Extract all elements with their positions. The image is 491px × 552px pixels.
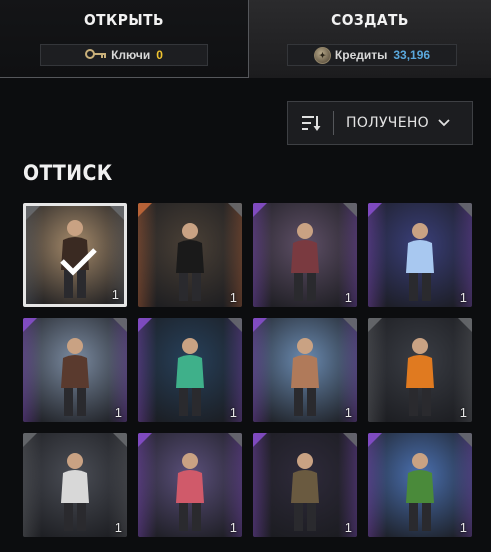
character-figure	[406, 453, 434, 531]
keys-counter: Ключи 0	[40, 44, 208, 66]
character-figure	[61, 338, 89, 416]
tab-open-title: ОТКРЫТЬ	[83, 11, 164, 29]
rarity-corner	[228, 433, 242, 447]
item-quantity: 1	[111, 287, 119, 302]
rarity-corner	[253, 203, 267, 217]
tab-create[interactable]: СОЗДАТЬ ✦ Кредиты 33,196	[249, 0, 491, 78]
character-figure	[406, 223, 434, 301]
rarity-corner	[253, 318, 267, 332]
chevron-down-icon	[438, 119, 450, 127]
character-figure	[291, 338, 319, 416]
rarity-corner	[343, 433, 357, 447]
rarity-corner	[228, 318, 242, 332]
key-icon	[85, 48, 107, 63]
keys-value: 0	[156, 48, 163, 62]
character-figure	[406, 338, 434, 416]
inventory-item-card[interactable]: 1	[138, 318, 242, 422]
rarity-corner	[458, 318, 472, 332]
rarity-corner	[23, 318, 37, 332]
rarity-corner	[458, 203, 472, 217]
sort-label: ПОЛУЧЕНО	[346, 115, 429, 131]
item-quantity: 1	[229, 290, 237, 305]
rarity-corner	[228, 203, 242, 217]
item-quantity: 1	[229, 405, 237, 420]
sort-icon[interactable]	[288, 102, 333, 144]
rarity-corner	[138, 433, 152, 447]
inventory-item-card[interactable]: 1	[368, 203, 472, 307]
checkmark-icon	[60, 248, 97, 276]
tab-open[interactable]: ОТКРЫТЬ Ключи 0	[0, 0, 249, 78]
inventory-item-card[interactable]: 1	[253, 433, 357, 537]
item-quantity: 1	[344, 405, 352, 420]
inventory-item-card[interactable]: 1	[138, 433, 242, 537]
rarity-corner	[138, 318, 152, 332]
item-quantity: 1	[114, 520, 122, 535]
inventory-item-card[interactable]: 1	[23, 203, 127, 307]
sort-dropdown[interactable]: ПОЛУЧЕНО	[287, 101, 473, 145]
tab-bar: ОТКРЫТЬ Ключи 0 СОЗДАТЬ ✦ Кредиты 33,196	[0, 0, 491, 79]
inventory-item-card[interactable]: 1	[23, 433, 127, 537]
credits-label: Кредиты	[334, 48, 388, 62]
character-figure	[291, 223, 319, 301]
item-quantity: 1	[459, 405, 467, 420]
item-grid: 1 1 1 1 1 1 1 1 1 1 1 1	[23, 203, 472, 537]
character-figure	[176, 453, 204, 531]
item-quantity: 1	[344, 520, 352, 535]
item-quantity: 1	[114, 405, 122, 420]
inventory-item-card[interactable]: 1	[138, 203, 242, 307]
character-figure	[61, 453, 89, 531]
rarity-corner	[368, 318, 382, 332]
section-title: ОТТИСК	[23, 161, 113, 185]
rarity-corner	[113, 433, 127, 447]
rarity-corner	[253, 433, 267, 447]
credits-value: 33,196	[393, 48, 431, 62]
rarity-corner	[23, 433, 37, 447]
rarity-corner	[458, 433, 472, 447]
item-quantity: 1	[344, 290, 352, 305]
rarity-corner	[368, 203, 382, 217]
credits-coin-icon: ✦	[313, 46, 331, 64]
rarity-corner	[110, 206, 124, 220]
rarity-corner	[343, 318, 357, 332]
inventory-item-card[interactable]: 1	[368, 433, 472, 537]
keys-label: Ключи	[111, 48, 151, 62]
credits-counter: ✦ Кредиты 33,196	[287, 44, 457, 66]
rarity-corner	[113, 318, 127, 332]
character-figure	[176, 338, 204, 416]
inventory-item-card[interactable]: 1	[23, 318, 127, 422]
item-quantity: 1	[229, 520, 237, 535]
inventory-item-card[interactable]: 1	[368, 318, 472, 422]
item-quantity: 1	[459, 520, 467, 535]
item-quantity: 1	[459, 290, 467, 305]
tab-create-title: СОЗДАТЬ	[331, 11, 409, 29]
inventory-item-card[interactable]: 1	[253, 203, 357, 307]
sort-divider	[333, 111, 334, 135]
rarity-corner	[368, 433, 382, 447]
rarity-corner	[343, 203, 357, 217]
rarity-corner	[26, 206, 40, 220]
character-figure	[176, 223, 204, 301]
character-figure	[291, 453, 319, 531]
inventory-item-card[interactable]: 1	[253, 318, 357, 422]
rarity-corner	[138, 203, 152, 217]
